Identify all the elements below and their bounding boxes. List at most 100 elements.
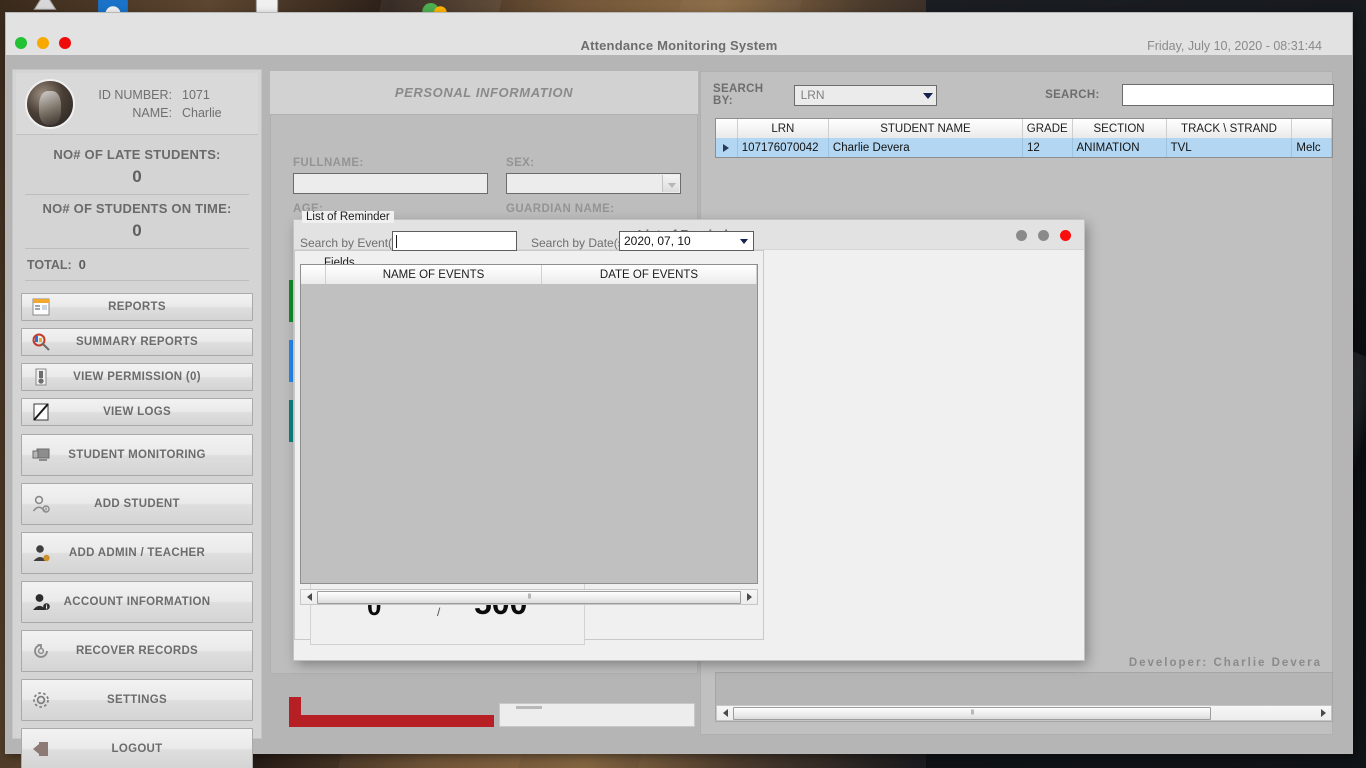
sidebar-item-label: LOGOUT [111,743,163,755]
sidebar-item-reports[interactable]: REPORTS [21,293,253,321]
row-selector-icon [716,138,738,157]
events-grid[interactable]: NAME OF EVENTS DATE OF EVENTS [300,264,758,584]
account-info-icon [30,591,52,613]
recover-icon [30,640,52,662]
add-student-icon [30,493,52,515]
id-number-label: ID NUMBER: [98,87,172,102]
sidebar-item-account-information[interactable]: ACCOUNT INFORMATION [21,581,253,623]
dialog-minimize-button[interactable] [1016,230,1027,241]
sidebar-item-logout[interactable]: LOGOUT [21,728,253,768]
chevron-down-icon [662,175,679,192]
fullname-input[interactable] [293,173,488,194]
search-input[interactable] [1121,84,1334,106]
sex-combo[interactable] [506,173,681,194]
list-of-reminder-groupbox: List of Reminder Search by Event(s): Sea… [294,211,764,640]
grid-column-track-strand[interactable]: TRACK \ STRAND [1166,119,1293,138]
sidebar-item-label: SETTINGS [107,694,167,706]
clock-label: Friday, July 10, 2020 - 08:31:44 [1147,39,1322,53]
search-by-date-label: Search by Date(s): [531,236,632,250]
window-titlebar: Attendance Monitoring System Friday, Jul… [6,13,1352,55]
scroll-thumb[interactable] [733,706,1211,720]
guardian-label: GUARDIAN NAME: [506,203,615,215]
window-body: ID NUMBER: 1071 NAME: Charlie NO# OF LAT… [6,55,1352,768]
sidebar: ID NUMBER: 1071 NAME: Charlie NO# OF LAT… [12,69,262,768]
main-window: Attendance Monitoring System Friday, Jul… [6,13,1352,768]
grid-column-section[interactable]: SECTION [1072,119,1167,138]
fullname-field: FULLNAME: [293,157,488,194]
search-by-date-combo[interactable]: 2020, 07, 10 [619,231,754,251]
dialog-window-controls [1016,230,1071,241]
logs-icon [30,401,52,423]
admin-user-icon [30,542,52,564]
grid-column-student-name[interactable]: STUDENT NAME [828,119,1023,138]
lower-pane: Developer: Charlie Devera [715,657,1333,722]
chevron-down-icon [923,92,934,99]
total-value: 0 [78,257,86,272]
scroll-track[interactable] [733,706,1315,720]
sidebar-item-student-monitoring[interactable]: STUDENT MONITORING [21,434,253,476]
lower-pane-hscrollbar[interactable] [716,705,1332,721]
profile-name-row: NAME: Charlie [87,106,221,120]
scroll-right-icon[interactable] [1315,706,1331,720]
events-column-selector [301,265,326,284]
personal-information-header: PERSONAL INFORMATION [270,71,698,114]
search-by-label: SEARCH BY: [713,83,764,107]
events-column-date[interactable]: DATE OF EVENTS [542,265,757,284]
sidebar-item-label: VIEW LOGS [103,406,171,418]
grid-column-lrn[interactable]: LRN [737,119,829,138]
sidebar-item-label: VIEW PERMISSION (0) [73,371,201,383]
late-students-value: 0 [132,167,142,186]
sex-label: SEX: [506,157,535,169]
chevron-down-icon [740,239,748,244]
sidebar-item-view-logs[interactable]: VIEW LOGS [21,398,253,426]
records-separator: / [437,605,441,619]
events-grid-header: NAME OF EVENTS DATE OF EVENTS [301,265,757,284]
events-scrollbar[interactable] [300,589,758,605]
cell-grade: 12 [1023,138,1073,157]
sidebar-item-label: ADD ADMIN / TEACHER [68,547,206,559]
grid-column-grade[interactable]: GRADE [1023,119,1073,138]
sidebar-item-label: SUMMARY REPORTS [75,336,199,348]
sidebar-item-view-permission[interactable]: VIEW PERMISSION (0) [21,363,253,391]
search-label: SEARCH: [1045,89,1100,101]
list-legend: List of Reminder [302,211,394,223]
search-by-event-label: Search by Event(s): [300,236,406,250]
bottom-strip-panel [499,703,695,727]
scroll-right-icon[interactable] [741,590,757,604]
sidebar-item-settings[interactable]: SETTINGS [21,679,253,721]
scroll-left-icon[interactable] [301,590,317,604]
scroll-thumb[interactable] [317,590,741,604]
grid-column-extra[interactable] [1292,119,1332,138]
ontime-students-value: 0 [132,221,142,240]
profile-details: ID NUMBER: 1071 NAME: Charlie [87,87,221,120]
search-by-event-input[interactable] [392,231,517,251]
table-row[interactable]: 107176070042 Charlie Devera 12 ANIMATION… [716,138,1332,157]
search-by-combo[interactable]: LRN [793,84,938,106]
search-by-value: LRN [800,88,825,102]
sidebar-item-add-admin-teacher[interactable]: ADD ADMIN / TEACHER [21,532,253,574]
scroll-left-icon[interactable] [717,706,733,720]
id-number-value: 1071 [182,87,210,102]
fullname-label: FULLNAME: [293,157,364,169]
student-grid[interactable]: LRN STUDENT NAME GRADE SECTION TRACK \ S… [715,118,1333,158]
sidebar-item-add-student[interactable]: ADD STUDENT [21,483,253,525]
cell-extra: Melc [1292,138,1332,157]
sidebar-item-summary-reports[interactable]: SUMMARY REPORTS [21,328,253,356]
divider [25,194,249,195]
sidebar-menu-primary: REPORTS SUMMARY REPORTS VIEW PERMISSION … [13,293,261,426]
scroll-track[interactable] [317,590,741,604]
developer-credit: Developer: Charlie Devera [1128,657,1322,669]
grid-column-selector [716,119,738,138]
sidebar-item-label: RECOVER RECORDS [75,645,199,657]
late-students-label: NO# OF LATE STUDENTS: [53,147,221,162]
dialog-close-button[interactable] [1060,230,1071,241]
color-tab-red-frame[interactable] [289,697,494,727]
events-grid-hscrollbar[interactable] [300,588,758,605]
monitor-icon [30,444,52,466]
cell-section: ANIMATION [1073,138,1167,157]
list-of-reminder-dialog: List of Reminder Fields Events: Date Eve… [294,211,1084,660]
events-column-name[interactable]: NAME OF EVENTS [326,265,542,284]
total-row: TOTAL: 0 [23,249,251,280]
dialog-maximize-button[interactable] [1038,230,1049,241]
sidebar-item-recover-records[interactable]: RECOVER RECORDS [21,630,253,672]
